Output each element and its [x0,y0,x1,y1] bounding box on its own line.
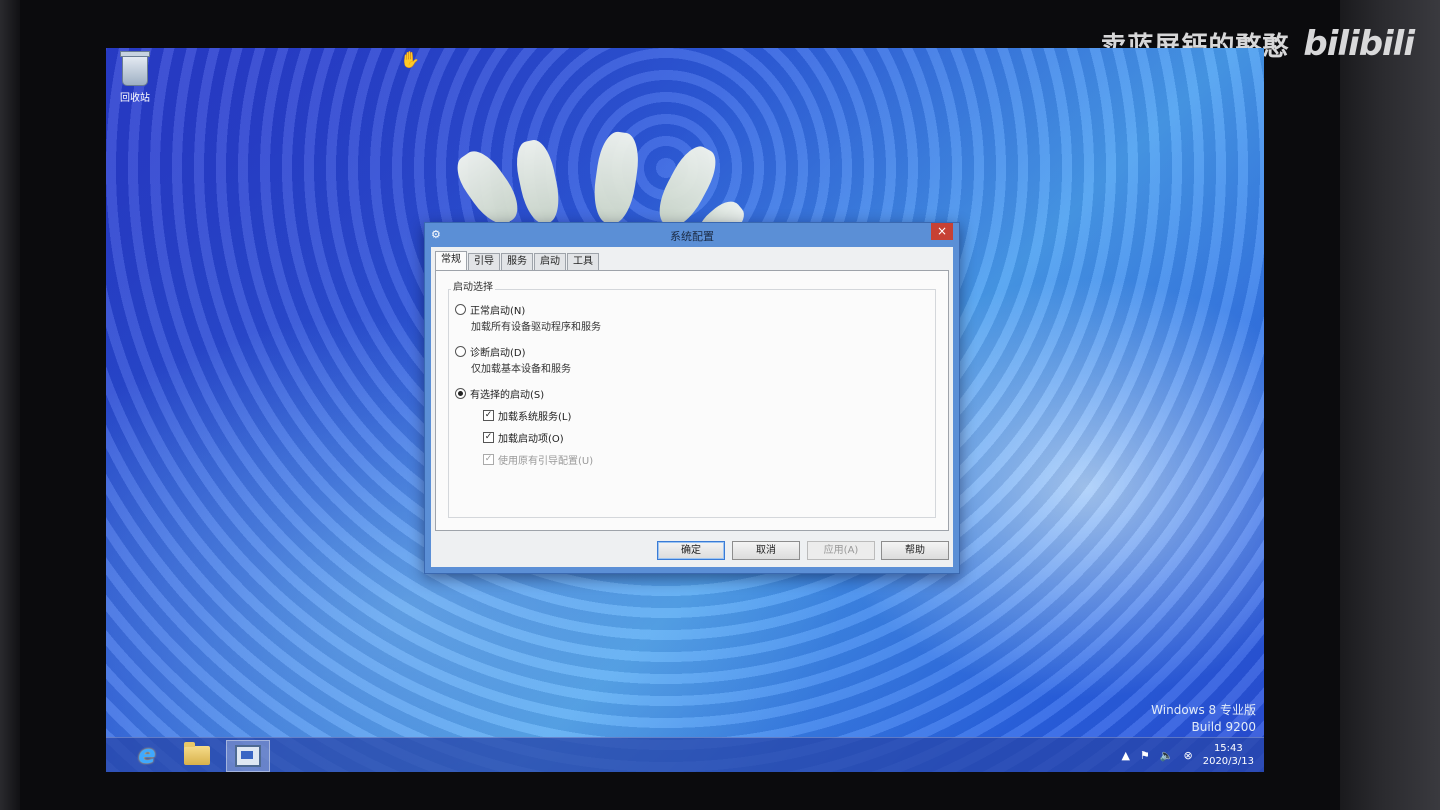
clock-time: 15:43 [1213,743,1243,754]
taskbar-internet-explorer[interactable]: e [126,740,168,770]
checkmark-icon: ✓ [483,432,494,443]
taskbar-file-explorer[interactable] [176,740,218,770]
monitor-bezel-right [1340,0,1440,810]
network-icon[interactable]: ⊗ [1184,749,1193,762]
tab-startup[interactable]: 启动 [534,253,566,270]
general-tab-panel: 启动选择 正常启动(N) 加载所有设备驱动程序和服务 诊断启动(D) 仅加载基本… [435,270,949,531]
apply-button[interactable]: 应用(A) [807,541,875,560]
tab-boot[interactable]: 引导 [468,253,500,270]
clock-date: 2020/3/13 [1202,756,1254,767]
group-title: 启动选择 [451,278,495,293]
recycle-bin-label: 回收站 [120,93,150,104]
tab-strip: 常规 引导 服务 启动 工具 [435,251,600,270]
normal-startup-desc: 加载所有设备驱动程序和服务 [471,322,601,333]
wallpaper-petal [589,129,643,227]
taskbar: e ▲ ⚑ 🔈 ⊗ 15:43 2020/3/13 [106,737,1264,772]
dialog-titlebar[interactable]: ⚙ 系统配置 × [425,223,959,245]
selective-startup-label: 有选择的启动(S) [470,390,545,401]
normal-startup-label: 正常启动(N) [470,306,526,317]
system-config-icon [235,745,261,767]
load-startup-items-label: 加载启动项(O) [498,434,564,445]
radio-indicator-selected [455,388,466,399]
dialog-client: 常规 引导 服务 启动 工具 启动选择 正常启动(N) 加载所有设备驱动程序和服… [431,247,953,567]
diagnostic-startup-radio[interactable]: 诊断启动(D) [455,344,526,359]
tab-services[interactable]: 服务 [501,253,533,270]
dialog-button-row: 确定 取消 应用(A) 帮助 [431,541,953,560]
wallpaper-petal [511,137,565,227]
cancel-button[interactable]: 取消 [732,541,800,560]
load-system-services-checkbox[interactable]: ✓ 加载系统服务(L) [483,408,571,423]
desktop-screen: 回收站 ✋ ⚙ 系统配置 × 常规 引导 服务 启动 工具 启动选择 正常启动(… [106,48,1264,772]
load-system-services-label: 加载系统服务(L) [498,412,572,423]
diagnostic-startup-desc: 仅加载基本设备和服务 [471,364,571,375]
recycle-bin-icon [120,51,150,86]
checkmark-icon: ✓ [483,454,494,465]
load-startup-items-checkbox[interactable]: ✓ 加载启动项(O) [483,430,564,445]
radio-indicator [455,304,466,315]
action-center-flag-icon[interactable]: ⚑ [1140,749,1150,762]
system-config-dialog: ⚙ 系统配置 × 常规 引导 服务 启动 工具 启动选择 正常启动(N) 加载所 [424,222,960,574]
hand-cursor-icon: ✋ [400,50,420,69]
file-explorer-icon [184,741,210,765]
wallpaper-petal [448,143,528,233]
dialog-title: 系统配置 [670,230,714,243]
system-tray: ▲ ⚑ 🔈 ⊗ 15:43 2020/3/13 [1121,742,1254,768]
clock[interactable]: 15:43 2020/3/13 [1203,742,1254,768]
bilibili-logo: bilibili [1303,24,1415,64]
monitor-bezel-left [0,0,20,810]
help-button[interactable]: 帮助 [881,541,949,560]
use-original-boot-config-label: 使用原有引导配置(U) [498,456,594,467]
taskbar-system-config[interactable] [226,740,270,772]
recycle-bin[interactable]: 回收站 [112,51,158,104]
tab-general[interactable]: 常规 [435,251,467,270]
normal-startup-radio[interactable]: 正常启动(N) [455,302,525,317]
diagnostic-startup-label: 诊断启动(D) [470,348,526,359]
startup-selection-group: 启动选择 正常启动(N) 加载所有设备驱动程序和服务 诊断启动(D) 仅加载基本… [448,278,936,518]
use-original-boot-config-checkbox[interactable]: ✓ 使用原有引导配置(U) [483,452,593,467]
windows-edition-watermark: Windows 8 专业版 Build 9200 [1151,702,1256,736]
tab-tools[interactable]: 工具 [567,253,599,270]
selective-startup-radio[interactable]: 有选择的启动(S) [455,386,544,401]
build-text: Build 9200 [1191,720,1256,734]
radio-indicator [455,346,466,357]
edition-text: Windows 8 专业版 [1151,703,1256,717]
volume-icon[interactable]: 🔈 [1160,749,1174,762]
checkmark-icon: ✓ [483,410,494,421]
show-hidden-icons-icon[interactable]: ▲ [1121,749,1129,762]
ok-button[interactable]: 确定 [657,541,725,560]
close-button[interactable]: × [931,223,953,240]
internet-explorer-icon: e [138,740,156,770]
